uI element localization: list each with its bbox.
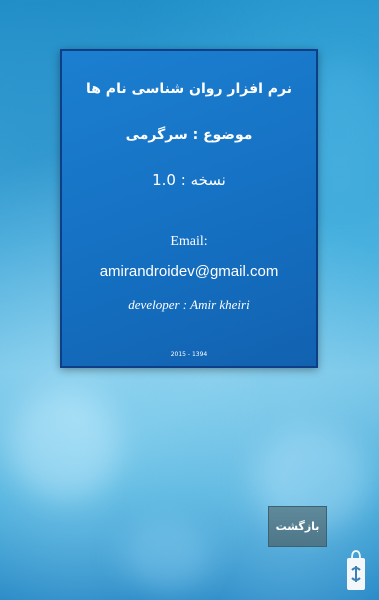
shopping-bag-icon [347,550,365,590]
version-line: نسخه : 1.0 [152,171,226,189]
app-title: نرم افزار روان شناسی نام ها [85,81,293,97]
copyright-years: 2015 - 1394 [170,351,208,358]
back-button-label: بازگشت [275,520,320,533]
back-button[interactable]: بازگشت [268,506,327,547]
background-bokeh [10,390,120,500]
developer-credit: developer : Amir kheiri [128,297,250,312]
email-label: Email: [170,234,208,249]
email-address[interactable]: amirandroidev@gmail.com [62,263,316,280]
subject-line: موضوع : سرگرمی [125,127,253,143]
background-bokeh [120,520,210,590]
about-card: نرم افزار روان شناسی نام ها موضوع : سرگر… [60,49,318,368]
